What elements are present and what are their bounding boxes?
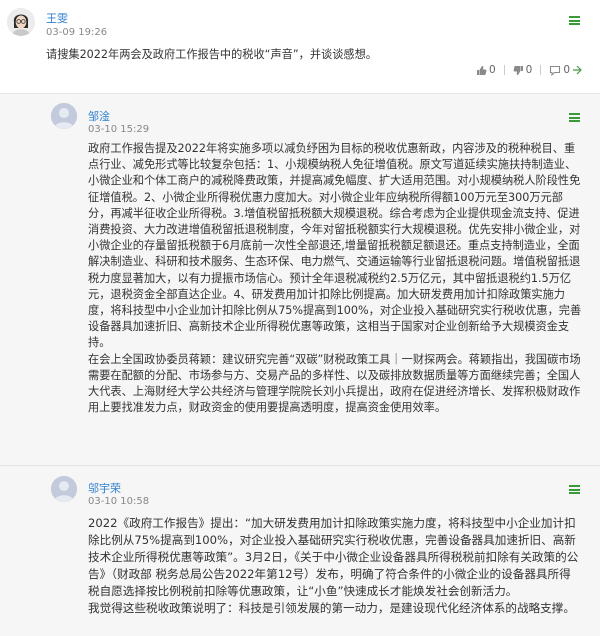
avatar[interactable] bbox=[51, 103, 77, 129]
divider bbox=[503, 65, 505, 75]
author-name[interactable]: 王雯 bbox=[46, 10, 68, 26]
author-name[interactable]: 邬宇荣 bbox=[88, 480, 121, 496]
thumb-up-icon bbox=[476, 65, 487, 76]
like-button[interactable]: 0 bbox=[476, 64, 496, 76]
post-time: 03-09 19:26 bbox=[46, 27, 108, 38]
reply-text: 2022《政府工作报告》提出：“加大研发费用加计扣除政策实施力度，将科技型中小企… bbox=[88, 516, 579, 615]
main-post: 王雯 03-09 19:26 请搜集2022年两会及政府工作报告中的税收“声音”… bbox=[0, 0, 600, 94]
post-text: 请搜集2022年两会及政府工作报告中的税收“声音”，并谈谈感想。 bbox=[46, 48, 377, 61]
thumb-down-icon bbox=[513, 65, 524, 76]
reply-item: 邹淦 03-10 15:29 政府工作报告提及2022年将实施多项以减负纾困为目… bbox=[0, 94, 600, 466]
comment-count: 0 bbox=[563, 64, 570, 76]
author-name[interactable]: 邹淦 bbox=[88, 108, 110, 124]
post-actions: 0 0 0 bbox=[476, 64, 582, 76]
avatar[interactable] bbox=[51, 476, 77, 502]
avatar[interactable] bbox=[7, 8, 35, 36]
like-count: 0 bbox=[488, 64, 496, 76]
menu-icon[interactable] bbox=[569, 113, 580, 122]
dislike-count: 0 bbox=[525, 64, 533, 76]
reply-time: 03-10 15:29 bbox=[88, 124, 150, 135]
comment-icon bbox=[549, 65, 561, 76]
reply-item: 邬宇荣 03-10 10:58 2022《政府工作报告》提出：“加大研发费用加计… bbox=[0, 466, 600, 636]
divider bbox=[540, 65, 542, 75]
share-arrow-icon bbox=[572, 65, 582, 75]
comment-button[interactable]: 0 bbox=[549, 64, 582, 76]
menu-icon[interactable] bbox=[569, 485, 580, 494]
dislike-button[interactable]: 0 bbox=[513, 64, 533, 76]
menu-icon[interactable] bbox=[569, 16, 580, 25]
reply-time: 03-10 10:58 bbox=[88, 496, 150, 507]
reply-text: 政府工作报告提及2022年将实施多项以减负纾困为目标的税收优惠新政，内容涉及的税… bbox=[88, 142, 582, 415]
